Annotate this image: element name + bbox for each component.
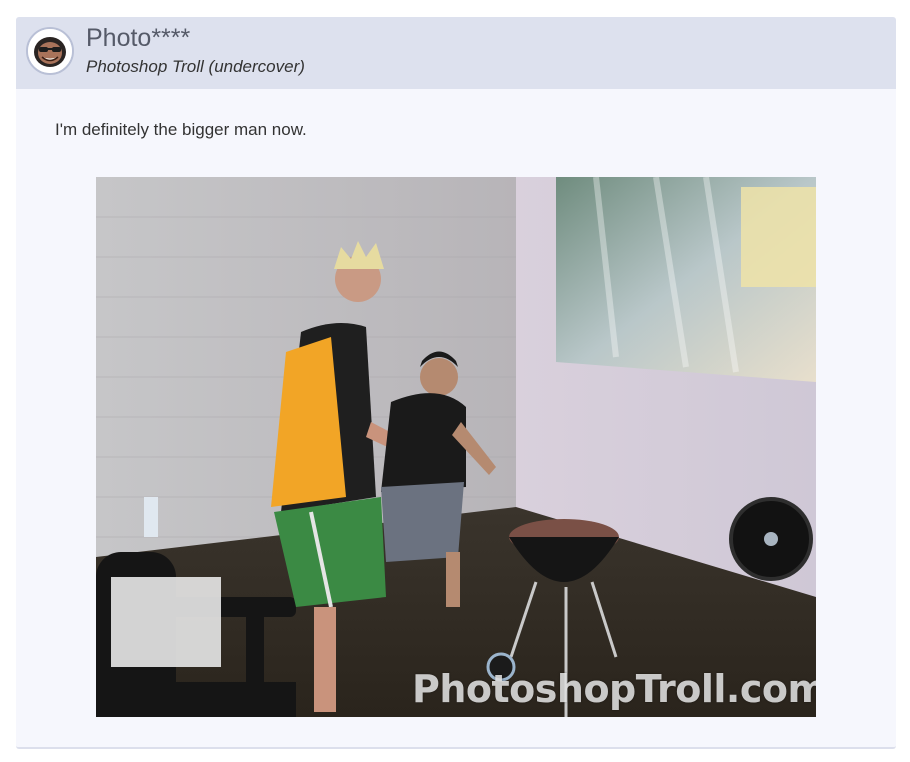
post-card: Photo**** Photoshop Troll (undercover) I…: [16, 17, 896, 749]
bbq-photo-icon: [96, 177, 816, 717]
photo-watermark: PhotoshopTroll.com: [412, 667, 816, 711]
troll-face-avatar-icon: [28, 29, 72, 73]
post-header: Photo**** Photoshop Troll (undercover): [16, 17, 896, 89]
post-photo[interactable]: PhotoshopTroll.com: [96, 177, 816, 717]
post-message: I'm definitely the bigger man now.: [55, 120, 307, 139]
user-avatar[interactable]: [26, 27, 74, 75]
post-username[interactable]: Photo****: [86, 24, 190, 53]
post-user-title: Photoshop Troll (undercover): [86, 57, 305, 76]
